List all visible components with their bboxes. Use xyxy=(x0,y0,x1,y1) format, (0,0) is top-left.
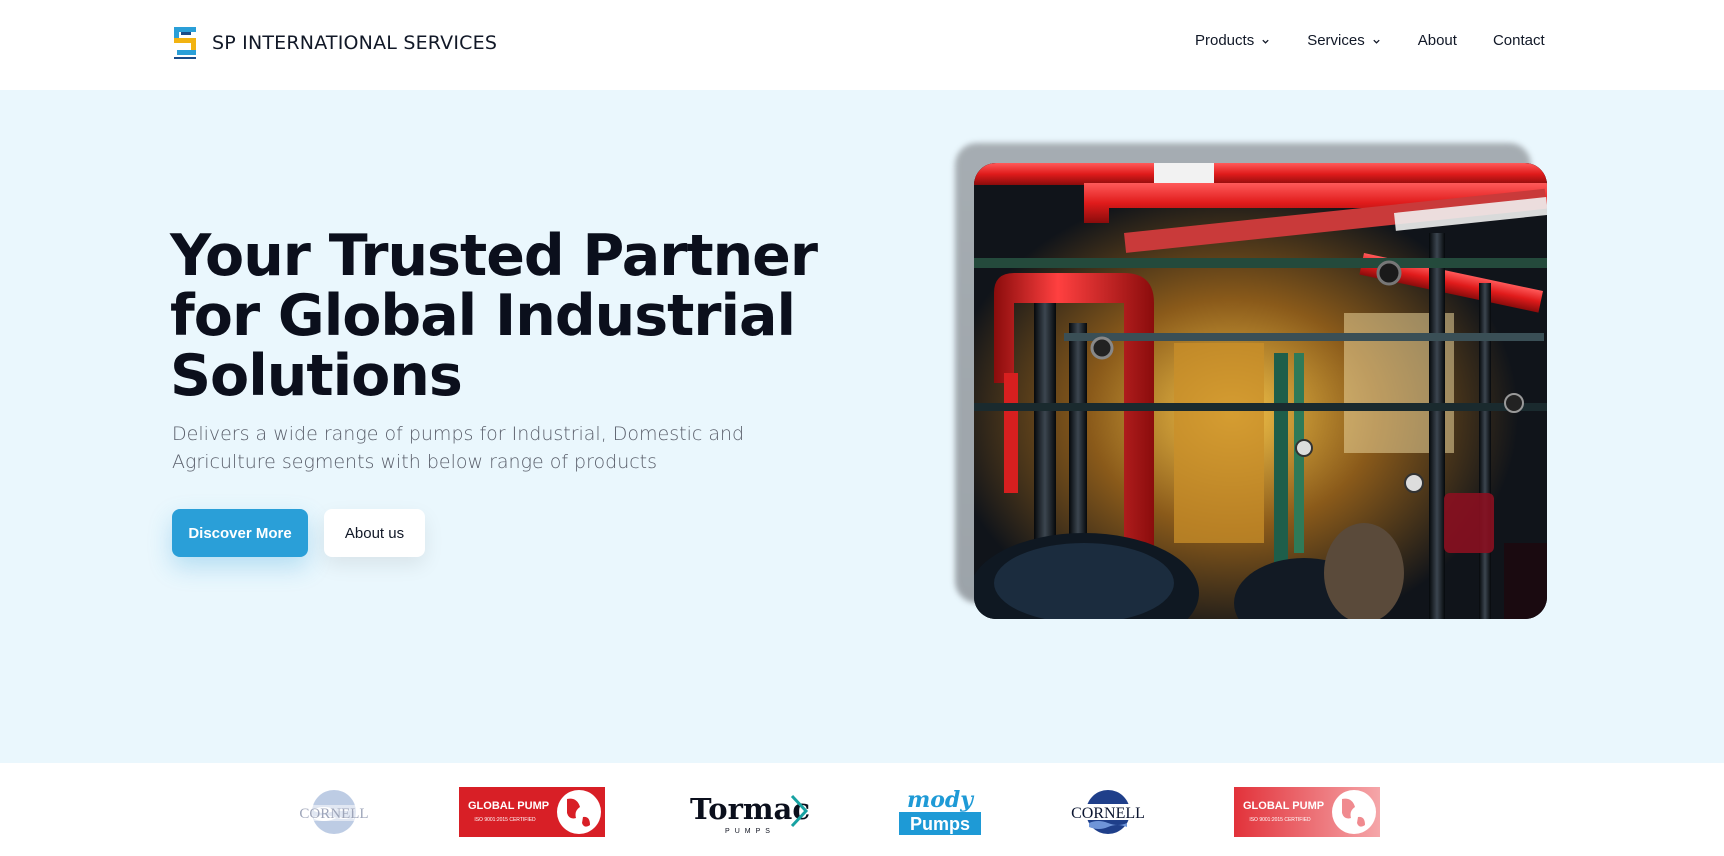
hero-section: Your Trusted Partner for Global Industri… xyxy=(0,90,1724,763)
chevron-down-icon xyxy=(1373,39,1380,44)
nav-products[interactable]: Products xyxy=(1195,32,1270,49)
global-pump-subtext: ISO 9001:2015 CERTIFIED xyxy=(474,817,536,823)
nav-about-label: About xyxy=(1417,32,1457,49)
global-pump-logo: GLOBAL PUMP ISO 9001:2015 CERTIFIED xyxy=(459,787,605,837)
sp-logo-icon xyxy=(174,27,196,59)
cornell-text: CORNELL xyxy=(1071,805,1145,822)
nav-services-label: Services xyxy=(1307,32,1365,49)
discover-more-button[interactable]: Discover More xyxy=(172,509,308,557)
industrial-pipes-image xyxy=(974,163,1547,619)
main-nav: Products Services About Contact xyxy=(1195,32,1545,49)
global-pump-logo-faded: GLOBAL PUMP ISO 9001:2015 CERTIFIED xyxy=(1234,787,1380,837)
mody-text: mody xyxy=(907,787,975,813)
tormac-logo: Tormac PUMPS xyxy=(688,787,820,837)
hero-subtext: Delivers a wide range of pumps for Indus… xyxy=(172,423,745,473)
tormac-subtext: PUMPS xyxy=(725,828,775,835)
nav-contact-label: Contact xyxy=(1492,32,1545,49)
mody-pumps-text: Pumps xyxy=(910,814,970,834)
mody-pumps-logo: mody Pumps xyxy=(899,787,981,837)
partner-logos: CORNELL GLOBAL PUMP ISO 9001:2015 CERTIF… xyxy=(0,763,1724,856)
brand-name: SP INTERNATIONAL SERVICES xyxy=(212,32,498,54)
nav-products-label: Products xyxy=(1195,32,1255,49)
nav-contact[interactable]: Contact xyxy=(1493,32,1545,49)
site-header: SP INTERNATIONAL SERVICES Products Servi… xyxy=(0,0,1724,90)
global-pump-faded-subtext: ISO 9001:2015 CERTIFIED xyxy=(1249,817,1311,823)
cornell-faded-text: CORNELL xyxy=(299,806,368,822)
hero-headline: Your Trusted Partner for Global Industri… xyxy=(170,223,818,409)
brand[interactable]: SP INTERNATIONAL SERVICES xyxy=(172,24,497,62)
about-us-button[interactable]: About us xyxy=(324,509,425,557)
global-pump-text: GLOBAL PUMP xyxy=(468,800,549,812)
global-pump-faded-text: GLOBAL PUMP xyxy=(1243,800,1324,812)
chevron-down-icon xyxy=(1262,39,1269,44)
cornell-logo: CORNELL xyxy=(1067,787,1149,837)
nav-services[interactable]: Services xyxy=(1307,32,1381,49)
cornell-logo-faded: CORNELL xyxy=(292,787,376,837)
industrial-pipes-illustration xyxy=(974,163,1547,619)
nav-about[interactable]: About xyxy=(1418,32,1457,49)
